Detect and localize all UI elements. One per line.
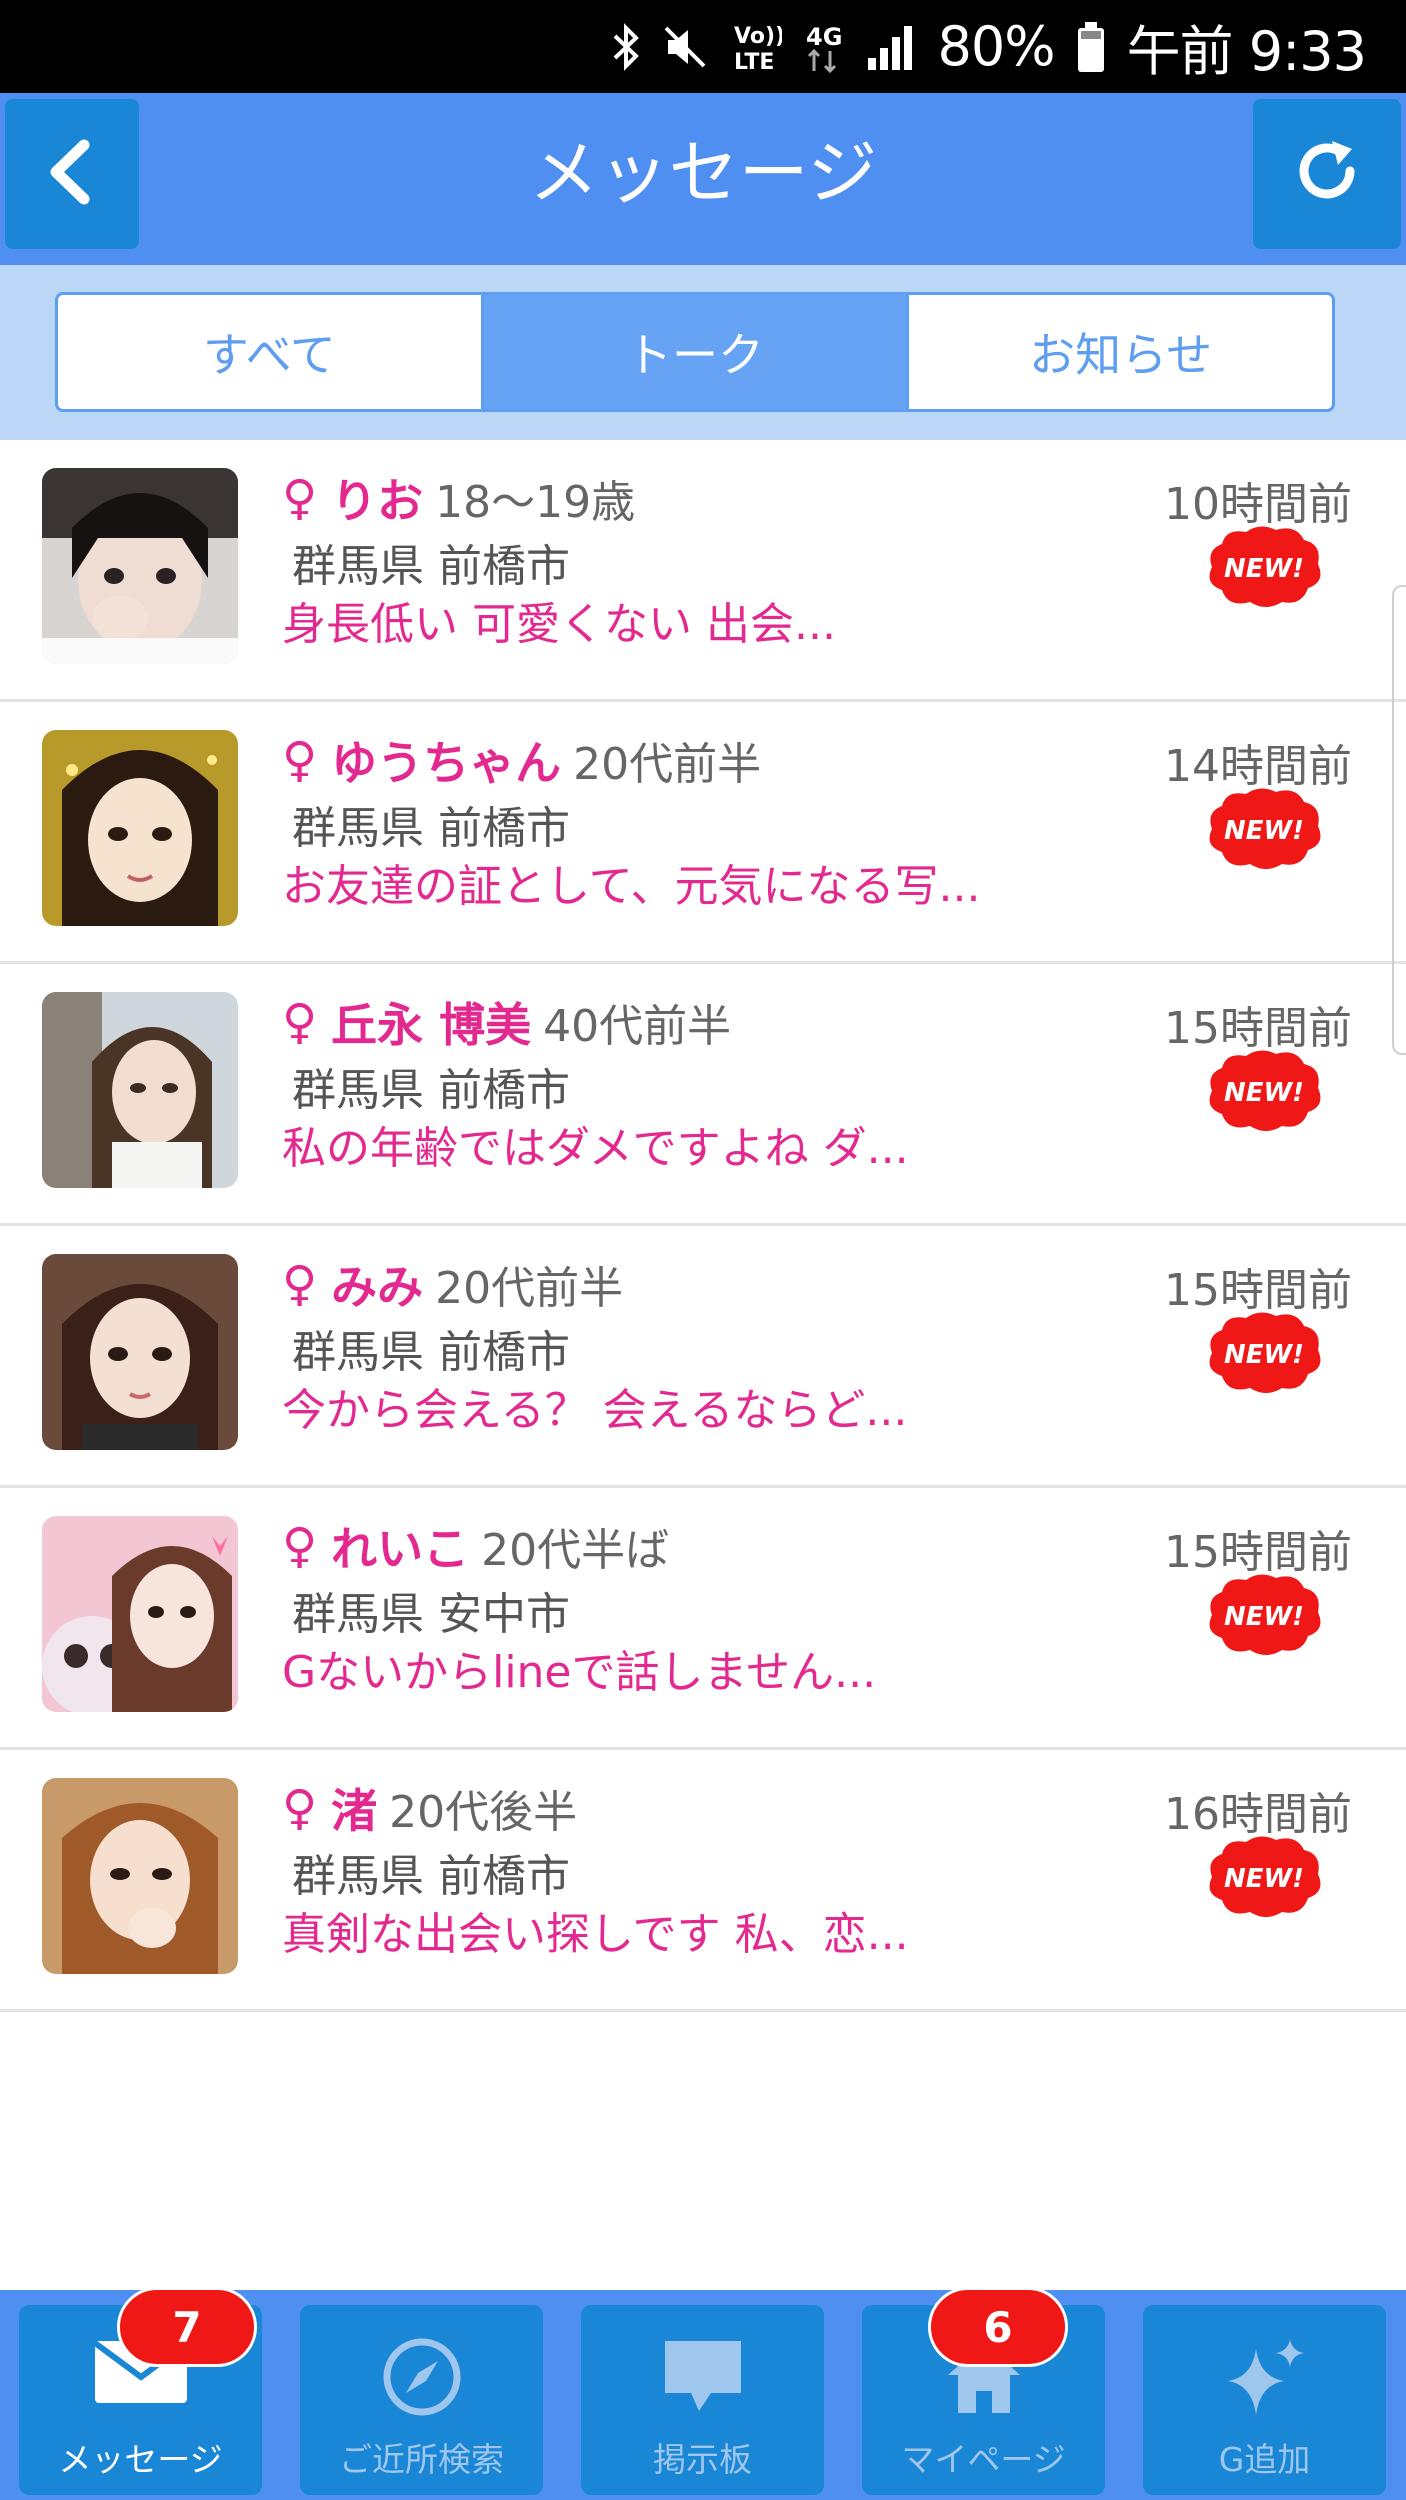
female-icon: ♀ <box>282 1518 318 1574</box>
scrollbar[interactable] <box>1392 585 1406 1055</box>
message-preview: 身長低い 可愛くない 出会... <box>282 599 836 650</box>
message-preview: お友達の証として、元気になる写... <box>282 861 981 912</box>
svg-text:NEW!: NEW! <box>1224 1864 1304 1894</box>
nav-label: マイページ <box>901 2440 1066 2479</box>
sender-name: ゆうちゃん <box>331 736 562 790</box>
sender-age: 40代前半 <box>543 1001 732 1052</box>
new-badge: NEW! <box>1202 1046 1326 1136</box>
nav-label: メッセージ <box>58 2440 223 2479</box>
female-icon: ♀ <box>282 994 318 1050</box>
page-title: メッセージ <box>528 132 878 214</box>
svg-text:4G: 4G <box>806 23 842 51</box>
status-bar: Vo)) LTE 4G 80% 午前 9:33 <box>0 0 1406 93</box>
message-row[interactable]: ♀ 渚 20代後半 群馬県 前橋市 真剣な出会い探しです 私、恋... 16時間… <box>0 1750 1406 2012</box>
unread-count-badge: 6 <box>928 2287 1068 2367</box>
sender-name: りお <box>331 474 424 528</box>
sender-location: 群馬県 前橋市 <box>292 1851 570 1902</box>
female-icon: ♀ <box>282 1256 318 1312</box>
svg-text:NEW!: NEW! <box>1224 816 1304 846</box>
sender-name: 渚 <box>331 1784 378 1838</box>
tab-bar-container: すべて トーク お知らせ <box>0 265 1406 440</box>
sparkle-icon <box>1220 2335 1310 2423</box>
tab-all[interactable]: すべて <box>58 295 481 409</box>
message-row[interactable]: ♀ ゆうちゃん 20代前半 群馬県 前橋市 お友達の証として、元気になる写...… <box>0 702 1406 964</box>
sender-age: 20代前半 <box>435 1263 624 1314</box>
new-badge: NEW! <box>1202 1308 1326 1398</box>
avatar <box>42 1254 238 1450</box>
nav-label: ご近所検索 <box>339 2440 504 2479</box>
sender-location: 群馬県 前橋市 <box>292 1065 570 1116</box>
sender-name: みみ <box>331 1260 424 1314</box>
message-row[interactable]: ♀ りお 18〜19歳 群馬県 前橋市 身長低い 可愛くない 出会... 10時… <box>0 440 1406 702</box>
avatar <box>42 1778 238 1974</box>
message-preview: 真剣な出会い探しです 私、恋... <box>282 1909 909 1960</box>
sender-location: 群馬県 前橋市 <box>292 803 570 854</box>
avatar <box>42 1516 238 1712</box>
header-bar: メッセージ <box>0 93 1406 265</box>
mute-icon <box>662 24 708 70</box>
sender-age: 20代後半 <box>389 1787 578 1838</box>
avatar <box>42 992 238 1188</box>
message-list: ♀ りお 18〜19歳 群馬県 前橋市 身長低い 可愛くない 出会... 10時… <box>0 440 1406 2012</box>
sender-location: 群馬県 前橋市 <box>292 1327 570 1378</box>
bluetooth-icon <box>612 22 640 72</box>
avatar <box>42 468 238 664</box>
nav-add-g[interactable]: G追加 <box>1143 2305 1386 2495</box>
svg-text:NEW!: NEW! <box>1224 1078 1304 1108</box>
new-badge: NEW! <box>1202 522 1326 612</box>
avatar <box>42 730 238 926</box>
new-badge: NEW! <box>1202 784 1326 874</box>
new-badge: NEW! <box>1202 1832 1326 1922</box>
svg-text:LTE: LTE <box>734 50 774 75</box>
sender-location: 群馬県 前橋市 <box>292 541 570 592</box>
sender-location: 群馬県 安中市 <box>292 1589 570 1640</box>
message-preview: 今から会える？ 会えるならど... <box>282 1385 908 1436</box>
network-4g-icon: 4G <box>804 19 844 75</box>
nav-my-page[interactable]: 6 マイページ <box>862 2287 1105 2495</box>
message-row[interactable]: ♀ 丘永 博美 40代前半 群馬県 前橋市 私の年齢ではダメですよね ダ... … <box>0 964 1406 1226</box>
segmented-tabs: すべて トーク お知らせ <box>55 292 1335 412</box>
unread-count-badge: 7 <box>117 2287 257 2367</box>
female-icon: ♀ <box>282 470 318 526</box>
message-row[interactable]: ♀ れいこ 20代半ば 群馬県 安中市 Gないからlineで話しません... 1… <box>0 1488 1406 1750</box>
female-icon: ♀ <box>282 1780 318 1836</box>
svg-text:Vo)): Vo)) <box>734 24 782 49</box>
nav-label: 掲示板 <box>653 2440 752 2479</box>
svg-text:NEW!: NEW! <box>1224 554 1304 584</box>
bottom-nav: 7 メッセージ ご近所検索 掲示板 6 マイページ G追加 <box>0 2287 1406 2500</box>
svg-text:NEW!: NEW! <box>1224 1602 1304 1632</box>
signal-icon <box>866 24 916 70</box>
battery-icon <box>1077 21 1105 72</box>
sender-name: 丘永 博美 <box>331 998 532 1052</box>
svg-text:NEW!: NEW! <box>1224 1340 1304 1370</box>
compass-icon <box>380 2335 464 2423</box>
clock: 午前 9:33 <box>1126 20 1367 83</box>
sender-age: 20代前半 <box>573 739 762 790</box>
tab-talk[interactable]: トーク <box>480 295 907 409</box>
new-badge: NEW! <box>1202 1570 1326 1660</box>
nav-messages[interactable]: 7 メッセージ <box>19 2287 262 2495</box>
sender-age: 20代半ば <box>481 1525 670 1576</box>
female-icon: ♀ <box>282 732 318 788</box>
refresh-icon <box>1292 137 1362 211</box>
sender-name: れいこ <box>331 1522 470 1576</box>
message-preview: Gないからlineで話しません... <box>282 1647 877 1698</box>
battery-percentage: 80% <box>937 15 1056 78</box>
speech-bubble-icon <box>661 2335 745 2423</box>
tab-notifications[interactable]: お知らせ <box>906 295 1332 409</box>
refresh-button[interactable] <box>1253 99 1401 249</box>
message-row[interactable]: ♀ みみ 20代前半 群馬県 前橋市 今から会える？ 会えるならど... 15時… <box>0 1226 1406 1488</box>
sender-age: 18〜19歳 <box>435 477 636 528</box>
nav-nearby-search[interactable]: ご近所検索 <box>300 2305 543 2495</box>
nav-label: G追加 <box>1218 2440 1311 2479</box>
nav-bulletin-board[interactable]: 掲示板 <box>581 2305 824 2495</box>
volte-icon: Vo)) LTE <box>730 19 782 75</box>
message-preview: 私の年齢ではダメですよね ダ... <box>282 1123 909 1174</box>
